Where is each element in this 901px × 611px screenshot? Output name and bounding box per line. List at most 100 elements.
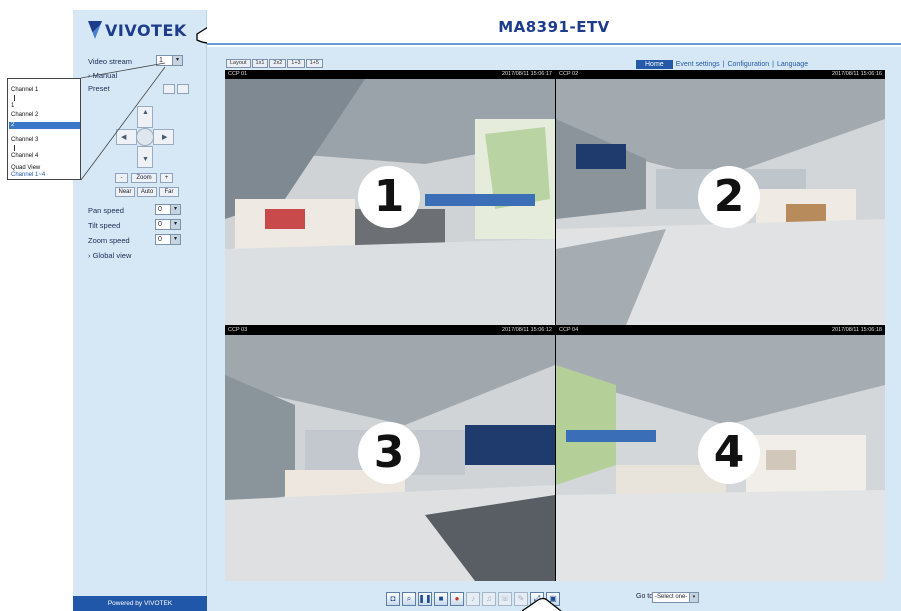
snapshot-icon[interactable]: ◘: [386, 591, 400, 606]
camera-view-2[interactable]: CCP 02 2017/08/11 15:06:16 2: [556, 70, 885, 325]
top-nav: Home Event settings | Configuration | La…: [636, 58, 886, 70]
talk-icon[interactable]: ☏: [498, 591, 512, 606]
camera-number-badge: 4: [698, 422, 760, 484]
zoom-speed-label: Zoom speed: [88, 236, 130, 245]
camera-name: CCP 03: [228, 327, 248, 333]
dropdown-option[interactable]: Channel 4: [11, 153, 38, 159]
option-tick: [14, 95, 15, 101]
sidebar: [73, 10, 207, 611]
nav-configuration[interactable]: Configuration: [727, 61, 769, 68]
tab-1plus5[interactable]: 1+5: [305, 59, 323, 68]
zoom-label-button[interactable]: Zoom: [131, 173, 157, 183]
video-stream-value: 1: [159, 57, 163, 64]
dropdown-option[interactable]: Quad View: [11, 165, 40, 171]
tilt-speed-select[interactable]: 0 ▾: [155, 219, 181, 230]
record-icon[interactable]: ●: [450, 591, 464, 606]
chevron-down-icon: ▾: [170, 235, 180, 244]
tab-layout[interactable]: Layout: [226, 59, 251, 68]
video-stream-label: Video stream: [88, 57, 133, 66]
vivotek-logo: VIVOTEK: [88, 16, 198, 44]
pan-speed-label: Pan speed: [88, 206, 124, 215]
camera-view-4[interactable]: CCP 04 2017/08/11 15:06:18 4: [556, 326, 885, 581]
camera-view-1[interactable]: CCP 01 2017/08/11 15:06:17 1: [225, 70, 555, 325]
zoom-speed-value: 0: [158, 236, 162, 243]
tab-1x1[interactable]: 1x1: [251, 59, 269, 68]
chevron-down-icon: ▾: [170, 220, 180, 229]
video-stream-dropdown-list: Channel 1 1 Channel 2 2 Channel 3 Channe…: [7, 78, 81, 180]
digital-zoom-icon[interactable]: ⌕: [402, 591, 416, 606]
page-title: MA8391-ETV: [498, 18, 610, 36]
camera-name: CCP 04: [559, 327, 579, 333]
zoom-speed-select[interactable]: 0 ▾: [155, 234, 181, 245]
dropdown-option-selected[interactable]: 2: [11, 122, 14, 128]
dropdown-option[interactable]: Channel 1~4: [11, 172, 45, 178]
camera-name: CCP 01: [228, 71, 248, 77]
chevron-down-icon: ▾: [170, 205, 180, 214]
preset-go-button[interactable]: [163, 84, 175, 94]
logo-text: VIVOTEK: [105, 20, 187, 40]
video-stream-select[interactable]: 1 ▾: [156, 55, 183, 66]
pointing-hand-icon: [521, 597, 562, 611]
camera-caption-bar: CCP 02 2017/08/11 15:06:16: [556, 70, 885, 79]
zoom-in-button[interactable]: +: [160, 173, 173, 183]
camera-caption-bar: CCP 04 2017/08/11 15:06:18: [556, 326, 885, 335]
camera-timestamp: 2017/08/11 15:06:18: [831, 327, 882, 333]
arrow-down-icon: ▼: [142, 156, 149, 163]
chevron-down-icon: ▾: [172, 56, 182, 65]
camera-timestamp: 2017/08/11 15:06:16: [831, 71, 882, 77]
tab-1plus3[interactable]: 1+3: [287, 59, 305, 68]
preset-label: Preset: [88, 84, 110, 93]
volume-icon[interactable]: ♪: [466, 591, 480, 606]
tilt-speed-label: Tilt speed: [88, 221, 121, 230]
arrow-left-icon: ◀: [121, 134, 127, 141]
focus-far-button[interactable]: Far: [159, 187, 179, 197]
ptz-left-button[interactable]: [116, 129, 137, 145]
camera-view-3[interactable]: CCP 03 2017/08/11 15:06:12 3: [225, 326, 555, 581]
mute-icon[interactable]: ♫: [482, 591, 496, 606]
nav-separator: |: [772, 60, 774, 68]
stop-icon[interactable]: ■: [434, 591, 448, 606]
camera-timestamp: 2017/08/11 15:06:17: [501, 71, 552, 77]
nav-separator: |: [722, 60, 725, 68]
goto-label: Go to: [636, 593, 654, 600]
global-view-link[interactable]: › Global view: [88, 251, 131, 260]
nav-language[interactable]: Language: [777, 61, 808, 68]
dropdown-option[interactable]: Channel 3: [11, 137, 38, 143]
video-grid: CCP 01 2017/08/11 15:06:17 1 CCP 02 2017/0…: [225, 70, 885, 581]
ptz-control-pad: ▲ ▼ ◀ ▶: [116, 106, 174, 168]
pan-speed-select[interactable]: 0 ▾: [155, 204, 181, 215]
powered-by-footer: Powered by VIVOTEK: [73, 596, 207, 611]
camera-timestamp: 2017/08/11 15:06:12: [501, 327, 552, 333]
chevron-down-icon: ▾: [689, 593, 698, 602]
preset-add-button[interactable]: [177, 84, 189, 94]
camera-number-badge: 2: [698, 166, 760, 228]
dropdown-option[interactable]: 1: [11, 103, 14, 109]
focus-near-button[interactable]: Near: [115, 187, 135, 197]
goto-select[interactable]: -Select one- ▾: [652, 592, 699, 603]
pan-speed-value: 0: [158, 206, 162, 213]
camera-number-badge: 1: [358, 166, 420, 228]
camera-number-badge: 3: [358, 422, 420, 484]
camera-caption-bar: CCP 03 2017/08/11 15:06:12: [225, 326, 555, 335]
option-tick: [14, 145, 15, 151]
camera-name: CCP 02: [559, 71, 579, 77]
goto-select-value: -Select one-: [655, 594, 688, 600]
view-layout-tabs: Layout 1x1 2x2 1+3 1+5: [226, 59, 323, 68]
pause-icon[interactable]: ❚❚: [418, 591, 432, 606]
zoom-out-button[interactable]: -: [115, 173, 128, 183]
manual-label[interactable]: › Manual: [88, 71, 117, 80]
selected-option-highlight: [9, 122, 80, 129]
tilt-speed-value: 0: [158, 221, 162, 228]
dropdown-option[interactable]: Channel 2: [11, 112, 38, 118]
arrow-up-icon: ▲: [142, 109, 149, 116]
dropdown-option[interactable]: Channel 1: [11, 87, 38, 93]
focus-auto-button[interactable]: Auto: [137, 187, 157, 197]
app-root: VIVOTEK Video stream 1 ▾ › Manual Preset…: [0, 0, 901, 611]
nav-home[interactable]: Home: [636, 59, 673, 69]
nav-event-settings[interactable]: Event settings: [676, 61, 720, 68]
camera-caption-bar: CCP 01 2017/08/11 15:06:17: [225, 70, 555, 79]
ptz-home-button[interactable]: [136, 128, 154, 146]
global-view-text: Global view: [92, 251, 132, 260]
tab-2x2[interactable]: 2x2: [269, 59, 287, 68]
manual-label-text: Manual: [92, 71, 118, 80]
